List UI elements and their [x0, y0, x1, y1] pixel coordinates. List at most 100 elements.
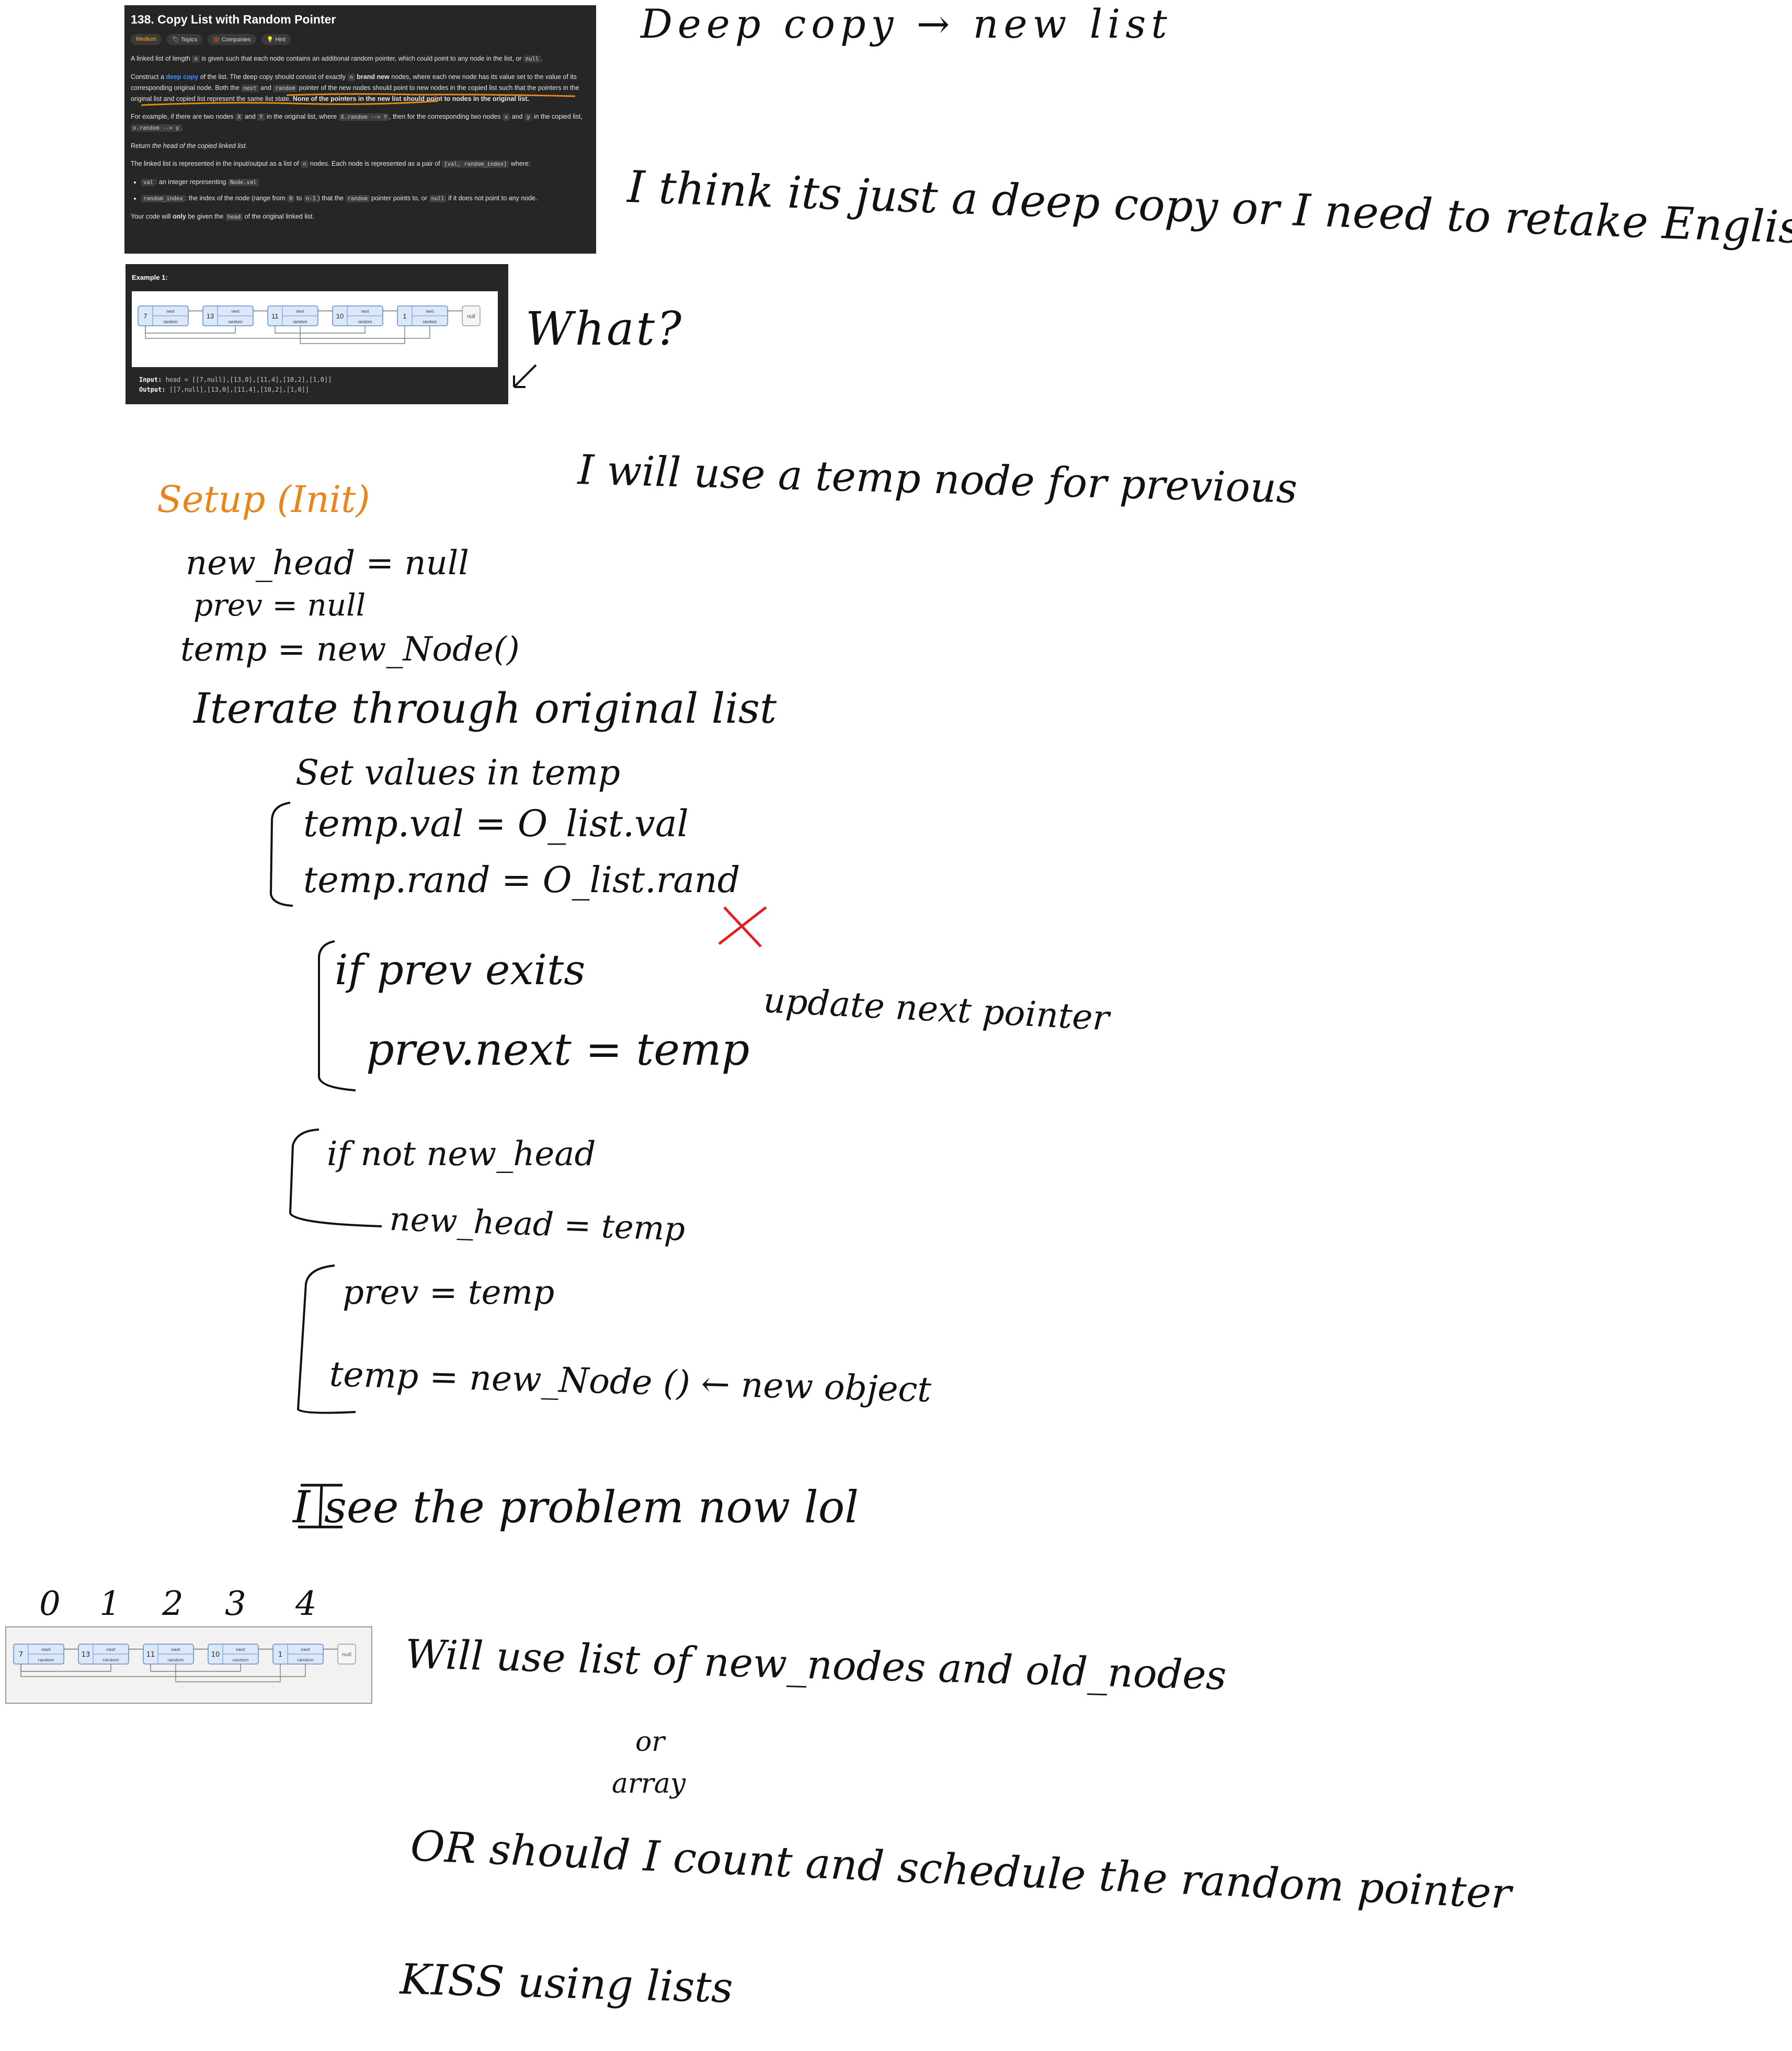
- index-label: 1: [99, 1585, 121, 1623]
- node-value: 13: [82, 1651, 90, 1659]
- random-label: random: [228, 320, 242, 324]
- problem-title: 138. Copy List with Random Pointer: [131, 13, 336, 26]
- next-label: next: [171, 1647, 180, 1652]
- random-arrow: [300, 326, 405, 344]
- note-new-head: new_head = null: [186, 544, 469, 583]
- example-panel: Example 1: 7 next random 13 next random 11 next…: [125, 264, 508, 404]
- list-item: val: an integer representing Node.val: [141, 177, 590, 188]
- example-input: Input: head = [[7,null],[13,0],[11,4],[1…: [139, 376, 332, 383]
- note-array: array: [612, 1768, 686, 1799]
- linked-list-diagram-copy: 7 next random 13 next random 11 next random 10 nex…: [13, 1644, 356, 1682]
- next-label: next: [296, 309, 304, 314]
- node-value: 7: [19, 1651, 23, 1659]
- list-item: random_index: the index of the node (ran…: [141, 193, 590, 204]
- pointer-arrow-icon: [513, 364, 537, 388]
- problem-tags: Medium 🏷 Topics 💼 Companies 💡 Hint: [131, 34, 590, 45]
- note-new-head-temp: new_head = temp: [389, 1200, 686, 1248]
- diagram-group: 7 next random 13 next random 11 next random 10 nex…: [138, 305, 481, 344]
- null-label: null: [467, 314, 475, 320]
- lightbulb-icon: 💡: [266, 37, 276, 43]
- example-output: Output: [[7,null],[13,0],[11,4],[10,2],[…: [139, 386, 310, 393]
- note-think: I think its just a deep copy or I need t…: [626, 161, 1792, 255]
- random-label: random: [297, 1658, 313, 1662]
- example-diagram: 7 next random 13 next random 11 next random 10 nex…: [132, 291, 498, 367]
- difficulty-badge[interactable]: Medium: [131, 34, 162, 45]
- node-value: 1: [278, 1651, 282, 1659]
- random-arrow: [145, 326, 430, 339]
- random-label: random: [167, 1658, 184, 1662]
- note-temp-rand: temp.rand = O_list.rand: [303, 860, 740, 901]
- note-temp-node: I will use a temp node for previous: [577, 447, 1298, 513]
- note-set-values: Set values in temp: [295, 753, 620, 793]
- problem-paragraph-6: Your code will only be given the head of…: [131, 213, 315, 221]
- index-label: 2: [162, 1585, 184, 1623]
- next-label: next: [426, 309, 434, 314]
- copied-diagram: 7 next random 13 next random 11 next random 10 nex…: [5, 1626, 372, 1704]
- companies-tag[interactable]: 💼 Companies: [208, 34, 256, 45]
- note-see-problem: I see the problem now lol: [293, 1482, 859, 1533]
- index-label: 3: [225, 1585, 246, 1623]
- random-label: random: [163, 320, 177, 324]
- node-value: 11: [271, 312, 279, 320]
- note-or-should: OR should I count and schedule the rando…: [409, 1821, 1512, 1918]
- note-temp-new2: temp = new_Node () ← new object: [329, 1354, 932, 1410]
- linked-list-diagram: 7 next random 13 next random 11 next random 10 nex…: [138, 305, 481, 344]
- note-or: or: [635, 1726, 665, 1758]
- topics-tag[interactable]: 🏷 Topics: [167, 34, 203, 45]
- next-label: next: [166, 309, 175, 314]
- next-label: next: [301, 1647, 310, 1652]
- index-label: 4: [295, 1585, 317, 1623]
- next-label: next: [106, 1647, 116, 1652]
- random-arrow: [20, 1664, 306, 1677]
- strike-x-icon: [718, 906, 767, 948]
- random-label: random: [38, 1658, 54, 1662]
- note-what: What?: [526, 302, 684, 356]
- problem-panel: 138. Copy List with Random Pointer Mediu…: [124, 5, 596, 254]
- problem-paragraph-3: For example, if there are two nodes X an…: [131, 113, 583, 132]
- null-label: null: [342, 1652, 351, 1658]
- node-value: 10: [211, 1651, 220, 1659]
- node-value: 13: [207, 312, 214, 320]
- next-label: next: [41, 1647, 51, 1652]
- random-arrow: [175, 1664, 281, 1682]
- note-prev: prev = null: [193, 587, 366, 623]
- tag-icon: 🏷: [172, 37, 181, 43]
- note-prev-temp: prev = temp: [343, 1273, 555, 1312]
- next-label: next: [361, 309, 369, 314]
- note-setup: Setup (Init): [157, 478, 370, 521]
- node-value: 7: [143, 312, 147, 320]
- note-if-prev: if prev exits: [335, 945, 586, 994]
- note-if-not-head: if not new_head: [327, 1135, 596, 1173]
- problem-paragraph-1: A linked list of length n is given such …: [131, 55, 543, 63]
- example-title: Example 1:: [132, 274, 168, 281]
- note-will-use: Will use list of new_nodes and old_nodes: [404, 1631, 1227, 1699]
- node-value: 11: [146, 1651, 155, 1659]
- problem-paragraph-4: Return the head of the copied linked lis…: [131, 142, 248, 150]
- problem-paragraph-5: The linked list is represented in the in…: [131, 160, 531, 168]
- format-list: val: an integer representing Node.val ra…: [131, 177, 590, 204]
- node-value: 1: [403, 312, 406, 320]
- index-label: 0: [39, 1585, 61, 1623]
- random-label: random: [293, 320, 307, 324]
- example-io: Input: head = [[7,null],[13,0],[11,4],[1…: [139, 375, 332, 395]
- random-label: random: [423, 320, 437, 324]
- note-deep-copy: Deep copy → new list: [641, 1, 1172, 47]
- note-iterate: Iterate through original list: [193, 684, 777, 733]
- note-temp-val: temp.val = O_list.val: [303, 802, 689, 845]
- note-kiss: KISS using lists: [399, 1955, 734, 2012]
- random-label: random: [358, 320, 372, 324]
- random-arrow: [20, 1664, 111, 1672]
- node-value: 10: [336, 312, 344, 320]
- random-arrow: [145, 326, 236, 334]
- briefcase-icon: 💼: [213, 37, 222, 43]
- next-label: next: [231, 309, 239, 314]
- random-arrow: [275, 326, 366, 334]
- random-label: random: [232, 1658, 248, 1662]
- note-update-next: update next pointer: [762, 980, 1111, 1039]
- hint-tag[interactable]: 💡 Hint: [261, 34, 291, 45]
- note-prev-next: prev.next = temp: [366, 1024, 750, 1075]
- next-label: next: [236, 1647, 245, 1652]
- random-arrow: [150, 1664, 241, 1672]
- note-temp-new: temp = new_Node(): [180, 630, 520, 669]
- random-label: random: [102, 1658, 119, 1662]
